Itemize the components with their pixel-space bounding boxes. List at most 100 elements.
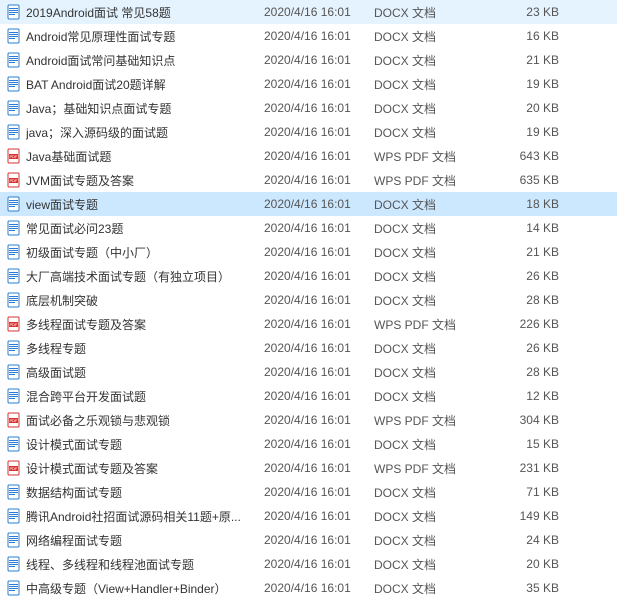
file-name-text: view面试专题 — [26, 196, 98, 213]
file-row[interactable]: PDF面试必备之乐观锁与悲观锁2020/4/16 16:01WPS PDF 文档… — [0, 408, 617, 432]
file-row[interactable]: Android常见原理性面试专题2020/4/16 16:01DOCX 文档16… — [0, 24, 617, 48]
file-row[interactable]: Java；基础知识点面试专题2020/4/16 16:01DOCX 文档20 K… — [0, 96, 617, 120]
file-size-cell: 231 KB — [489, 461, 569, 475]
file-size-cell: 226 KB — [489, 317, 569, 331]
file-name-cell: 混合跨平台开发面试题 — [6, 388, 264, 405]
file-name-cell: Android面试常问基础知识点 — [6, 52, 264, 69]
file-date-cell: 2020/4/16 16:01 — [264, 53, 374, 67]
file-name-cell: 常见面试必问23题 — [6, 220, 264, 237]
file-type-cell: WPS PDF 文档 — [374, 148, 489, 165]
file-name-cell: 高级面试题 — [6, 364, 264, 381]
pdf-file-icon: PDF — [6, 172, 22, 188]
file-name-cell: 2019Android面试 常见58题 — [6, 4, 264, 21]
file-size-cell: 24 KB — [489, 533, 569, 547]
file-name-text: 底层机制突破 — [26, 292, 98, 309]
svg-text:PDF: PDF — [10, 154, 19, 159]
docx-file-icon — [6, 436, 22, 452]
file-row[interactable]: 多线程专题2020/4/16 16:01DOCX 文档26 KB — [0, 336, 617, 360]
file-size-cell: 20 KB — [489, 557, 569, 571]
file-row[interactable]: 常见面试必问23题2020/4/16 16:01DOCX 文档14 KB — [0, 216, 617, 240]
docx-file-icon — [6, 76, 22, 92]
docx-file-icon — [6, 220, 22, 236]
file-name-cell: 网络编程面试专题 — [6, 532, 264, 549]
file-date-cell: 2020/4/16 16:01 — [264, 221, 374, 235]
file-type-cell: DOCX 文档 — [374, 268, 489, 285]
file-row[interactable]: 网络编程面试专题2020/4/16 16:01DOCX 文档24 KB — [0, 528, 617, 552]
file-name-cell: 多线程专题 — [6, 340, 264, 357]
docx-file-icon — [6, 292, 22, 308]
file-type-cell: DOCX 文档 — [374, 4, 489, 21]
docx-file-icon — [6, 124, 22, 140]
file-row[interactable]: PDF多线程面试专题及答案2020/4/16 16:01WPS PDF 文档22… — [0, 312, 617, 336]
file-date-cell: 2020/4/16 16:01 — [264, 365, 374, 379]
file-row[interactable]: 中高级专题（View+Handler+Binder）2020/4/16 16:0… — [0, 576, 617, 600]
file-date-cell: 2020/4/16 16:01 — [264, 197, 374, 211]
file-name-text: 2019Android面试 常见58题 — [26, 4, 171, 21]
file-name-cell: 数据结构面试专题 — [6, 484, 264, 501]
docx-file-icon — [6, 532, 22, 548]
file-row[interactable]: view面试专题2020/4/16 16:01DOCX 文档18 KB — [0, 192, 617, 216]
svg-text:PDF: PDF — [10, 322, 19, 327]
file-type-cell: DOCX 文档 — [374, 244, 489, 261]
file-row[interactable]: PDFJava基础面试题2020/4/16 16:01WPS PDF 文档643… — [0, 144, 617, 168]
file-name-cell: PDFJVM面试专题及答案 — [6, 172, 264, 189]
file-row[interactable]: 底层机制突破 2020/4/16 16:01DOCX 文档28 KB — [0, 288, 617, 312]
file-row[interactable]: BAT Android面试20题详解2020/4/16 16:01DOCX 文档… — [0, 72, 617, 96]
file-type-cell: WPS PDF 文档 — [374, 316, 489, 333]
file-row[interactable]: 线程、多线程和线程池面试专题2020/4/16 16:01DOCX 文档20 K… — [0, 552, 617, 576]
file-row[interactable]: 腾讯Android社招面试源码相关11题+原...2020/4/16 16:01… — [0, 504, 617, 528]
file-size-cell: 149 KB — [489, 509, 569, 523]
file-name-text: Android面试常问基础知识点 — [26, 52, 175, 69]
file-row[interactable]: 初级面试专题（中小厂）2020/4/16 16:01DOCX 文档21 KB — [0, 240, 617, 264]
svg-text:PDF: PDF — [10, 418, 19, 423]
file-date-cell: 2020/4/16 16:01 — [264, 581, 374, 595]
docx-file-icon — [6, 484, 22, 500]
file-type-cell: WPS PDF 文档 — [374, 412, 489, 429]
pdf-file-icon: PDF — [6, 148, 22, 164]
pdf-file-icon: PDF — [6, 460, 22, 476]
file-size-cell: 19 KB — [489, 125, 569, 139]
file-name-text: Java基础面试题 — [26, 148, 111, 165]
docx-file-icon — [6, 364, 22, 380]
file-name-cell: PDF面试必备之乐观锁与悲观锁 — [6, 412, 264, 429]
file-type-cell: DOCX 文档 — [374, 556, 489, 573]
file-row[interactable]: 大厂高端技术面试专题（有独立项目）2020/4/16 16:01DOCX 文档2… — [0, 264, 617, 288]
file-name-cell: PDF多线程面试专题及答案 — [6, 316, 264, 333]
file-size-cell: 304 KB — [489, 413, 569, 427]
file-date-cell: 2020/4/16 16:01 — [264, 293, 374, 307]
svg-text:PDF: PDF — [10, 466, 19, 471]
file-row[interactable]: 混合跨平台开发面试题2020/4/16 16:01DOCX 文档12 KB — [0, 384, 617, 408]
file-name-cell: 腾讯Android社招面试源码相关11题+原... — [6, 508, 264, 525]
file-type-cell: WPS PDF 文档 — [374, 460, 489, 477]
file-row[interactable]: PDF设计模式面试专题及答案2020/4/16 16:01WPS PDF 文档2… — [0, 456, 617, 480]
file-size-cell: 18 KB — [489, 197, 569, 211]
file-type-cell: DOCX 文档 — [374, 508, 489, 525]
file-size-cell: 21 KB — [489, 53, 569, 67]
file-row[interactable]: 设计模式面试专题2020/4/16 16:01DOCX 文档15 KB — [0, 432, 617, 456]
file-date-cell: 2020/4/16 16:01 — [264, 5, 374, 19]
file-date-cell: 2020/4/16 16:01 — [264, 437, 374, 451]
file-date-cell: 2020/4/16 16:01 — [264, 269, 374, 283]
file-size-cell: 28 KB — [489, 293, 569, 307]
file-row[interactable]: 数据结构面试专题2020/4/16 16:01DOCX 文档71 KB — [0, 480, 617, 504]
docx-file-icon — [6, 196, 22, 212]
file-row[interactable]: Android面试常问基础知识点2020/4/16 16:01DOCX 文档21… — [0, 48, 617, 72]
file-size-cell: 28 KB — [489, 365, 569, 379]
file-row[interactable]: java；深入源码级的面试题2020/4/16 16:01DOCX 文档19 K… — [0, 120, 617, 144]
docx-file-icon — [6, 100, 22, 116]
file-row[interactable]: 2019Android面试 常见58题 2020/4/16 16:01DOCX 文… — [0, 0, 617, 24]
file-name-text: Java；基础知识点面试专题 — [26, 100, 171, 117]
file-type-cell: WPS PDF 文档 — [374, 172, 489, 189]
file-name-text: 大厂高端技术面试专题（有独立项目） — [26, 268, 230, 285]
file-date-cell: 2020/4/16 16:01 — [264, 413, 374, 427]
file-name-text: java；深入源码级的面试题 — [26, 124, 168, 141]
file-type-cell: DOCX 文档 — [374, 292, 489, 309]
file-row[interactable]: 高级面试题2020/4/16 16:01DOCX 文档28 KB — [0, 360, 617, 384]
file-type-cell: DOCX 文档 — [374, 220, 489, 237]
file-type-cell: DOCX 文档 — [374, 484, 489, 501]
file-row[interactable]: PDFJVM面试专题及答案2020/4/16 16:01WPS PDF 文档63… — [0, 168, 617, 192]
file-name-cell: 大厂高端技术面试专题（有独立项目） — [6, 268, 264, 285]
docx-file-icon — [6, 4, 22, 20]
docx-file-icon — [6, 508, 22, 524]
file-date-cell: 2020/4/16 16:01 — [264, 149, 374, 163]
